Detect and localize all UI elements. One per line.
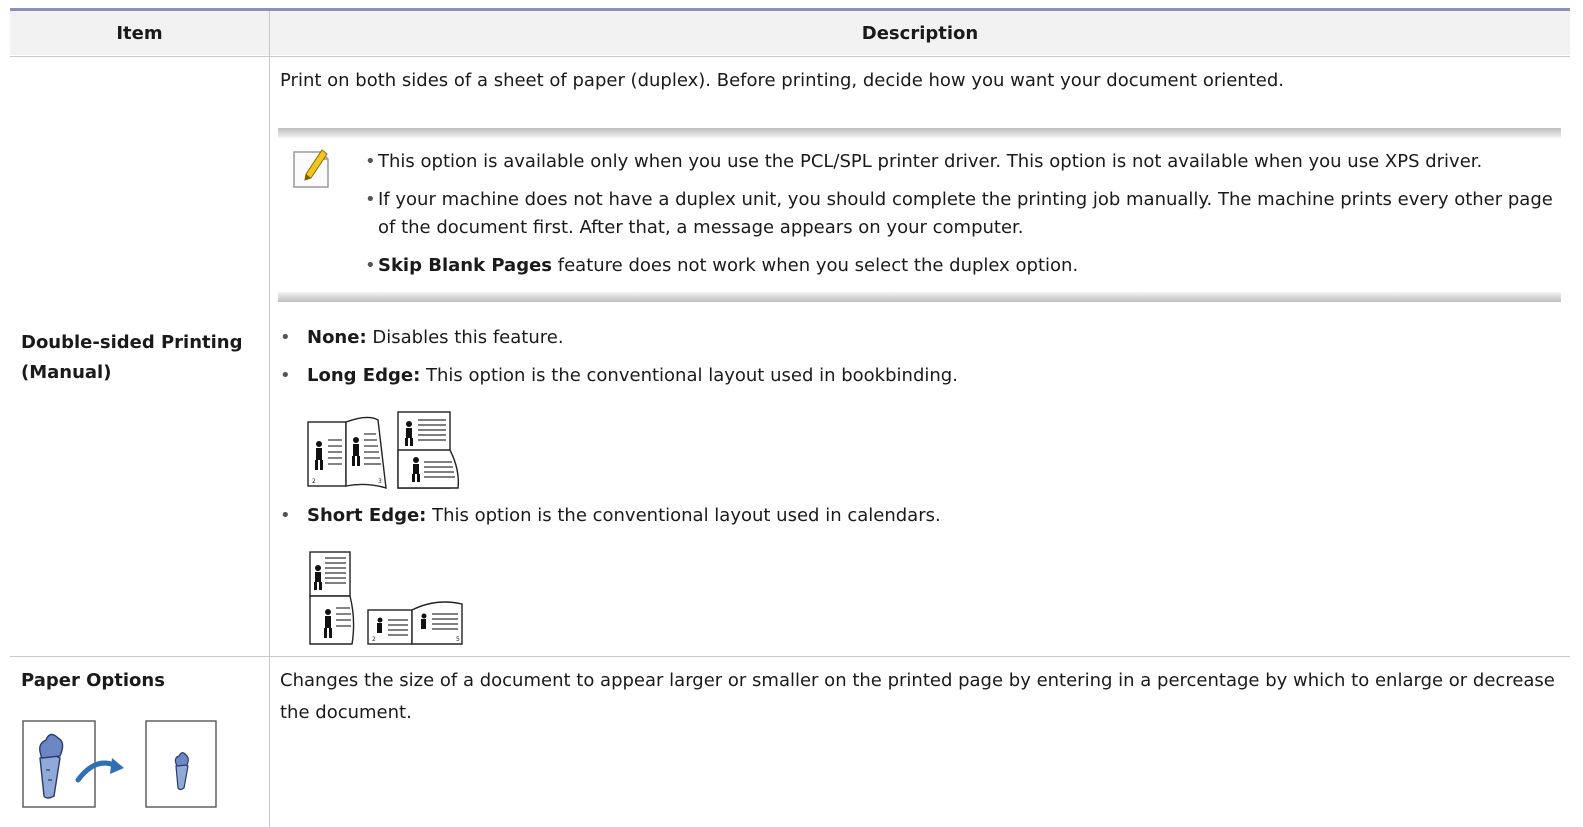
item-double-sided-line1: Double-sided Printing — [21, 332, 243, 353]
item-double-sided-line2: (Manual) — [21, 362, 112, 383]
row-divider — [10, 656, 1570, 657]
option-long-edge-label: Long Edge: — [307, 365, 421, 386]
option-bullet-long-edge: • — [280, 365, 291, 386]
note-bullet-3: • — [365, 255, 376, 276]
short-edge-page-number-a: 2 — [372, 636, 376, 643]
note-text-3: Skip Blank Pages feature does not work w… — [378, 252, 1078, 280]
option-bullet-short-edge: • — [280, 505, 291, 526]
note-top-band — [278, 128, 1561, 138]
description-double-sided: Print on both sides of a sheet of paper … — [280, 70, 1284, 91]
long-edge-page-number-a: 2 — [312, 478, 316, 485]
note-skip-blank-pages: Skip Blank Pages — [378, 255, 553, 276]
note-pencil-icon — [293, 149, 329, 188]
option-long-edge: Long Edge: This option is the convention… — [307, 362, 958, 390]
option-none-label: None: — [307, 327, 367, 348]
note-bullet-2: • — [365, 189, 376, 210]
note-text-1: This option is available only when you u… — [378, 151, 1483, 172]
description-paper-options-line2: the document. — [280, 702, 412, 723]
note-text-2a: If your machine does not have a duplex u… — [378, 189, 1553, 210]
paper-options-illustration — [22, 720, 217, 808]
note-bullet-1: • — [365, 151, 376, 172]
column-divider — [269, 11, 270, 827]
note-text-3-rest: feature does not work when you select th… — [557, 255, 1079, 276]
note-bottom-band — [278, 292, 1561, 302]
header-divider — [10, 56, 1570, 57]
description-paper-options-line1: Changes the size of a document to appear… — [280, 670, 1555, 691]
option-long-edge-text: This option is the conventional layout u… — [426, 365, 958, 386]
long-edge-illustration: 2 3 — [307, 411, 460, 489]
short-edge-page-number-c: 5 — [456, 636, 460, 643]
item-paper-options: Paper Options — [21, 670, 165, 691]
option-short-edge: Short Edge: This option is the conventio… — [307, 502, 941, 530]
option-bullet-none: • — [280, 327, 291, 348]
option-none-text: Disables this feature. — [372, 327, 564, 348]
short-edge-illustration: 2 5 — [309, 551, 463, 645]
option-none: None: Disables this feature. — [307, 324, 564, 352]
column-header-item: Item — [10, 11, 269, 55]
long-edge-page-number-b: 3 — [378, 478, 382, 485]
note-text-2b: of the document first. After that, a mes… — [378, 217, 1024, 238]
column-header-description: Description — [270, 11, 1570, 55]
option-short-edge-text: This option is the conventional layout u… — [432, 505, 941, 526]
option-short-edge-label: Short Edge: — [307, 505, 427, 526]
